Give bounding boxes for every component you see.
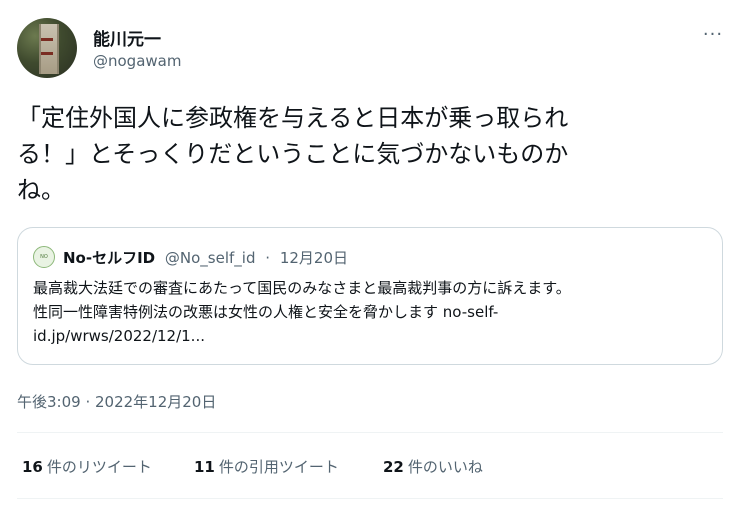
tweet-detail: 能川元一 @nogawam ··· 「定住外国人に参政権を与えると日本が乗っ取ら… bbox=[0, 0, 742, 510]
quoted-author-handle: @No_self_id bbox=[164, 249, 256, 267]
avatar-decoration bbox=[41, 38, 53, 41]
author-handle[interactable]: @nogawam bbox=[93, 52, 181, 70]
quoted-author-name: No-セルフID bbox=[63, 249, 156, 267]
retweet-label: 件のリツイート bbox=[46, 458, 152, 476]
quoted-tweet-card[interactable]: NO SELF ID No-セルフID @No_self_id · 12月20日… bbox=[17, 227, 723, 365]
author-display-name[interactable]: 能川元一 bbox=[93, 25, 161, 50]
retweet-count: 16 bbox=[22, 458, 43, 476]
divider bbox=[17, 432, 723, 433]
quote-tweet-label: 件の引用ツイート bbox=[218, 458, 339, 476]
more-options-icon[interactable]: ··· bbox=[696, 24, 730, 46]
divider bbox=[17, 498, 723, 499]
quote-tweets-stat[interactable]: 11 件の引用ツイート bbox=[194, 456, 339, 477]
author-avatar[interactable] bbox=[17, 18, 77, 78]
tweet-text: 「定住外国人に参政権を与えると日本が乗っ取られ る！」とそっくりだということに気… bbox=[17, 104, 569, 204]
like-label: 件のいいね bbox=[407, 458, 483, 476]
quoted-date: 12月20日 bbox=[279, 249, 349, 267]
quoted-tweet-text: 最高裁大法廷での審査にあたって国民のみなさまと最高裁判事の方に訴えます。 性同一… bbox=[33, 279, 571, 345]
likes-stat[interactable]: 22 件のいいね bbox=[383, 456, 483, 477]
avatar-decoration bbox=[41, 52, 53, 55]
tweet-timestamp[interactable]: 午後3:09 · 2022年12月20日 bbox=[17, 391, 216, 412]
quoted-separator: · bbox=[265, 249, 271, 267]
retweets-stat[interactable]: 16 件のリツイート bbox=[22, 456, 152, 477]
quoted-author-avatar: NO SELF ID bbox=[33, 246, 55, 268]
quoted-tweet-header: No-セルフID @No_self_id · 12月20日 bbox=[63, 247, 348, 268]
stone-monument-icon bbox=[39, 24, 59, 74]
like-count: 22 bbox=[383, 458, 404, 476]
quote-tweet-count: 11 bbox=[194, 458, 215, 476]
